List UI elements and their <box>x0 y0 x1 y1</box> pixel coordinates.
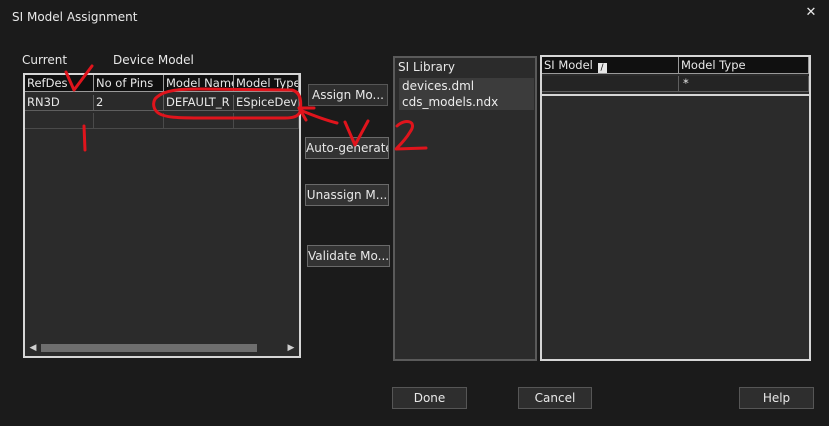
empty-cell <box>25 113 94 129</box>
col-header-model-type[interactable]: Model Type <box>234 75 299 92</box>
arrow-annotation <box>298 108 339 125</box>
empty-cell <box>164 113 234 129</box>
si-model-grid[interactable]: SI Model / Model Type * <box>540 55 811 361</box>
arrow-head-annotation <box>297 106 316 122</box>
unassign-model-button[interactable]: Unassign M... <box>305 184 389 206</box>
filter-model-type[interactable]: * <box>679 76 809 92</box>
divider <box>542 94 809 96</box>
col-header-refdes[interactable]: RefDes <box>25 75 94 92</box>
col-header-si-model[interactable]: SI Model / <box>542 57 679 74</box>
done-button[interactable]: Done <box>392 387 467 409</box>
close-icon[interactable]: ✕ <box>800 4 822 22</box>
empty-cell <box>234 113 299 129</box>
assign-model-button[interactable]: Assign Mo... <box>308 84 388 106</box>
empty-cell <box>94 113 164 129</box>
help-button[interactable]: Help <box>739 387 814 409</box>
col-header-model-name[interactable]: Model Name <box>164 75 234 92</box>
window-title: SI Model Assignment <box>12 10 138 24</box>
cell-model-type[interactable]: ESpiceDevic <box>234 95 299 111</box>
title-bar: SI Model Assignment ✕ <box>0 0 829 30</box>
current-label: Current <box>22 53 68 67</box>
cancel-button[interactable]: Cancel <box>518 387 592 409</box>
device-model-grid[interactable]: RefDes No of Pins Model Name Model Type … <box>23 73 301 358</box>
scroll-left-icon[interactable]: ◀ <box>26 340 40 356</box>
col-header-si-model-type[interactable]: Model Type <box>679 57 809 74</box>
sort-icon[interactable]: / <box>597 63 607 73</box>
cell-pins[interactable]: 2 <box>94 95 164 111</box>
scroll-right-icon[interactable]: ▶ <box>284 340 298 356</box>
auto-generate-button[interactable]: Auto-generate <box>305 137 389 159</box>
device-model-label: Device Model <box>113 53 194 67</box>
library-item[interactable]: cds_models.ndx <box>399 94 534 110</box>
si-library-label: SI Library <box>398 60 455 74</box>
si-library-list[interactable]: SI Library devices.dml cds_models.ndx <box>393 56 537 361</box>
horizontal-scrollbar[interactable]: ◀ ▶ <box>25 340 299 356</box>
cell-model-name[interactable]: DEFAULT_R <box>164 95 234 111</box>
scroll-thumb[interactable] <box>41 344 257 352</box>
col-header-si-model-label: SI Model <box>544 58 593 72</box>
validate-model-button[interactable]: Validate Mo... <box>307 245 390 267</box>
cell-refdes[interactable]: RN3D <box>25 95 94 111</box>
library-item[interactable]: devices.dml <box>399 78 534 94</box>
filter-si-model[interactable] <box>542 76 679 92</box>
col-header-pins[interactable]: No of Pins <box>94 75 164 92</box>
